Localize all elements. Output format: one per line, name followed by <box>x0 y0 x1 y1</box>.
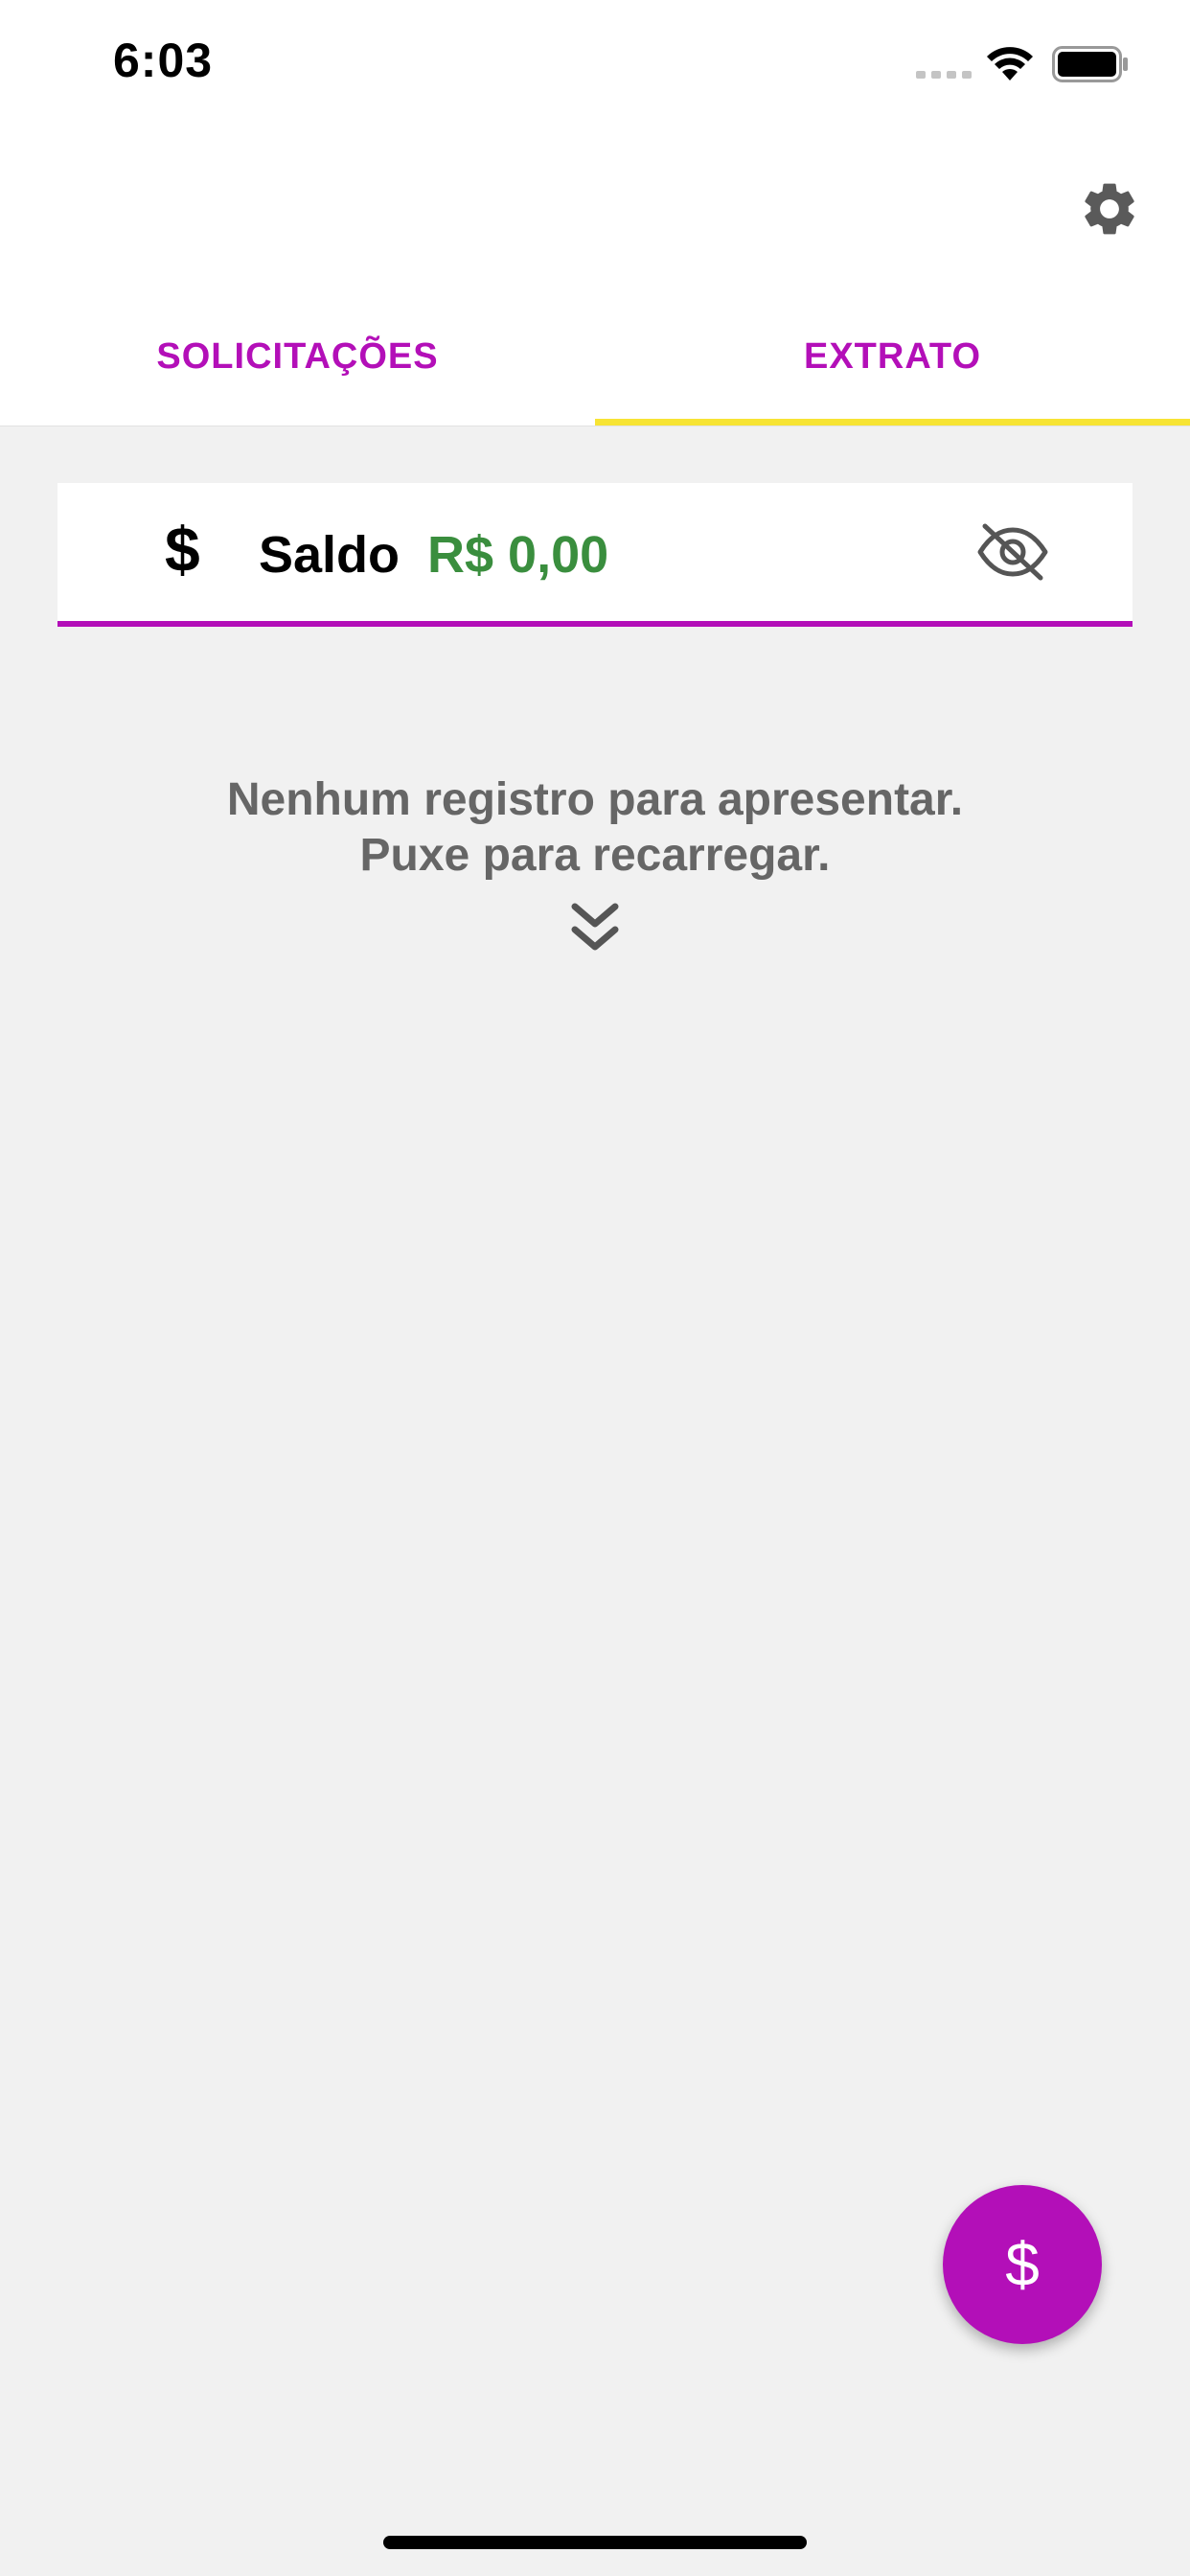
empty-state-line-1: Nenhum registro para apresentar. <box>226 774 964 825</box>
new-transaction-fab[interactable]: $ <box>943 2185 1102 2344</box>
tab-solicitacoes[interactable]: SOLICITAÇÕES <box>0 288 595 426</box>
wifi-icon <box>987 47 1033 80</box>
dollar-icon: $ <box>1005 2230 1040 2299</box>
empty-state-message: Nenhum registro para apresentar. Puxe pa… <box>0 772 1190 884</box>
tab-extrato[interactable]: EXTRATO <box>595 288 1190 426</box>
header: 6:03 SOLICITAÇÕES EXTRATO <box>0 0 1190 426</box>
balance-label: Saldo <box>259 526 400 584</box>
status-time: 6:03 <box>113 34 214 87</box>
balance-card: $ Saldo R$ 0,00 <box>57 483 1133 627</box>
dollar-icon: $ <box>165 514 200 585</box>
home-indicator <box>383 2536 807 2549</box>
eye-off-icon <box>977 523 1048 581</box>
cellular-signal-icon <box>916 71 972 79</box>
battery-icon <box>1052 46 1128 82</box>
gear-icon <box>1085 183 1134 235</box>
settings-button[interactable] <box>1073 172 1146 245</box>
chevron-double-down-icon <box>571 903 619 951</box>
empty-state-line-2: Puxe para recarregar. <box>359 830 831 881</box>
toggle-balance-visibility-button[interactable] <box>973 518 1052 586</box>
balance-value: R$ 0,00 <box>427 526 609 584</box>
tab-bar: SOLICITAÇÕES EXTRATO <box>0 288 1190 426</box>
